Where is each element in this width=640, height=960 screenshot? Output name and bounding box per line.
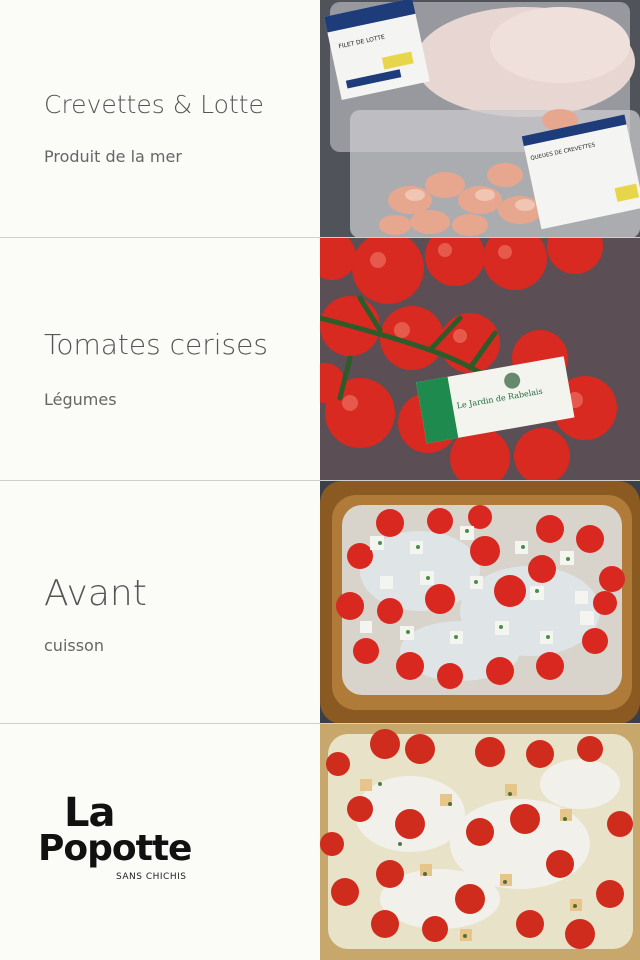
row-text: Tomates cerises Légumes <box>0 238 320 480</box>
row-tomatoes: Tomates cerises Légumes Le Jardin de Rab… <box>0 238 640 481</box>
row-title: Avant <box>44 573 147 614</box>
la-popotte-logo: La Popotte SANS CHICHIS <box>38 790 198 890</box>
row-text: Avant cuisson <box>0 481 320 723</box>
raw-dish-photo <box>320 481 640 723</box>
row-subtitle: cuisson <box>44 636 104 655</box>
row-subtitle: Produit de la mer <box>44 147 182 166</box>
row-title: Tomates cerises <box>44 328 268 361</box>
row-text: Crevettes & Lotte Produit de la mer <box>0 0 320 237</box>
row-title: Crevettes & Lotte <box>44 90 264 119</box>
row-seafood: Crevettes & Lotte Produit de la mer FILE… <box>0 0 640 238</box>
logo-line2: Popotte <box>38 828 192 869</box>
logo-tagline: SANS CHICHIS <box>116 872 187 882</box>
row-subtitle: Légumes <box>44 390 117 409</box>
packaged-seafood-photo: FILET DE LOTTE QUEUES DE CREVETTES <box>320 0 640 237</box>
cherry-tomatoes-photo: Le Jardin de Rabelais <box>320 238 640 480</box>
cooked-dish-photo <box>320 724 640 960</box>
row-before-cooking: Avant cuisson <box>0 481 640 724</box>
